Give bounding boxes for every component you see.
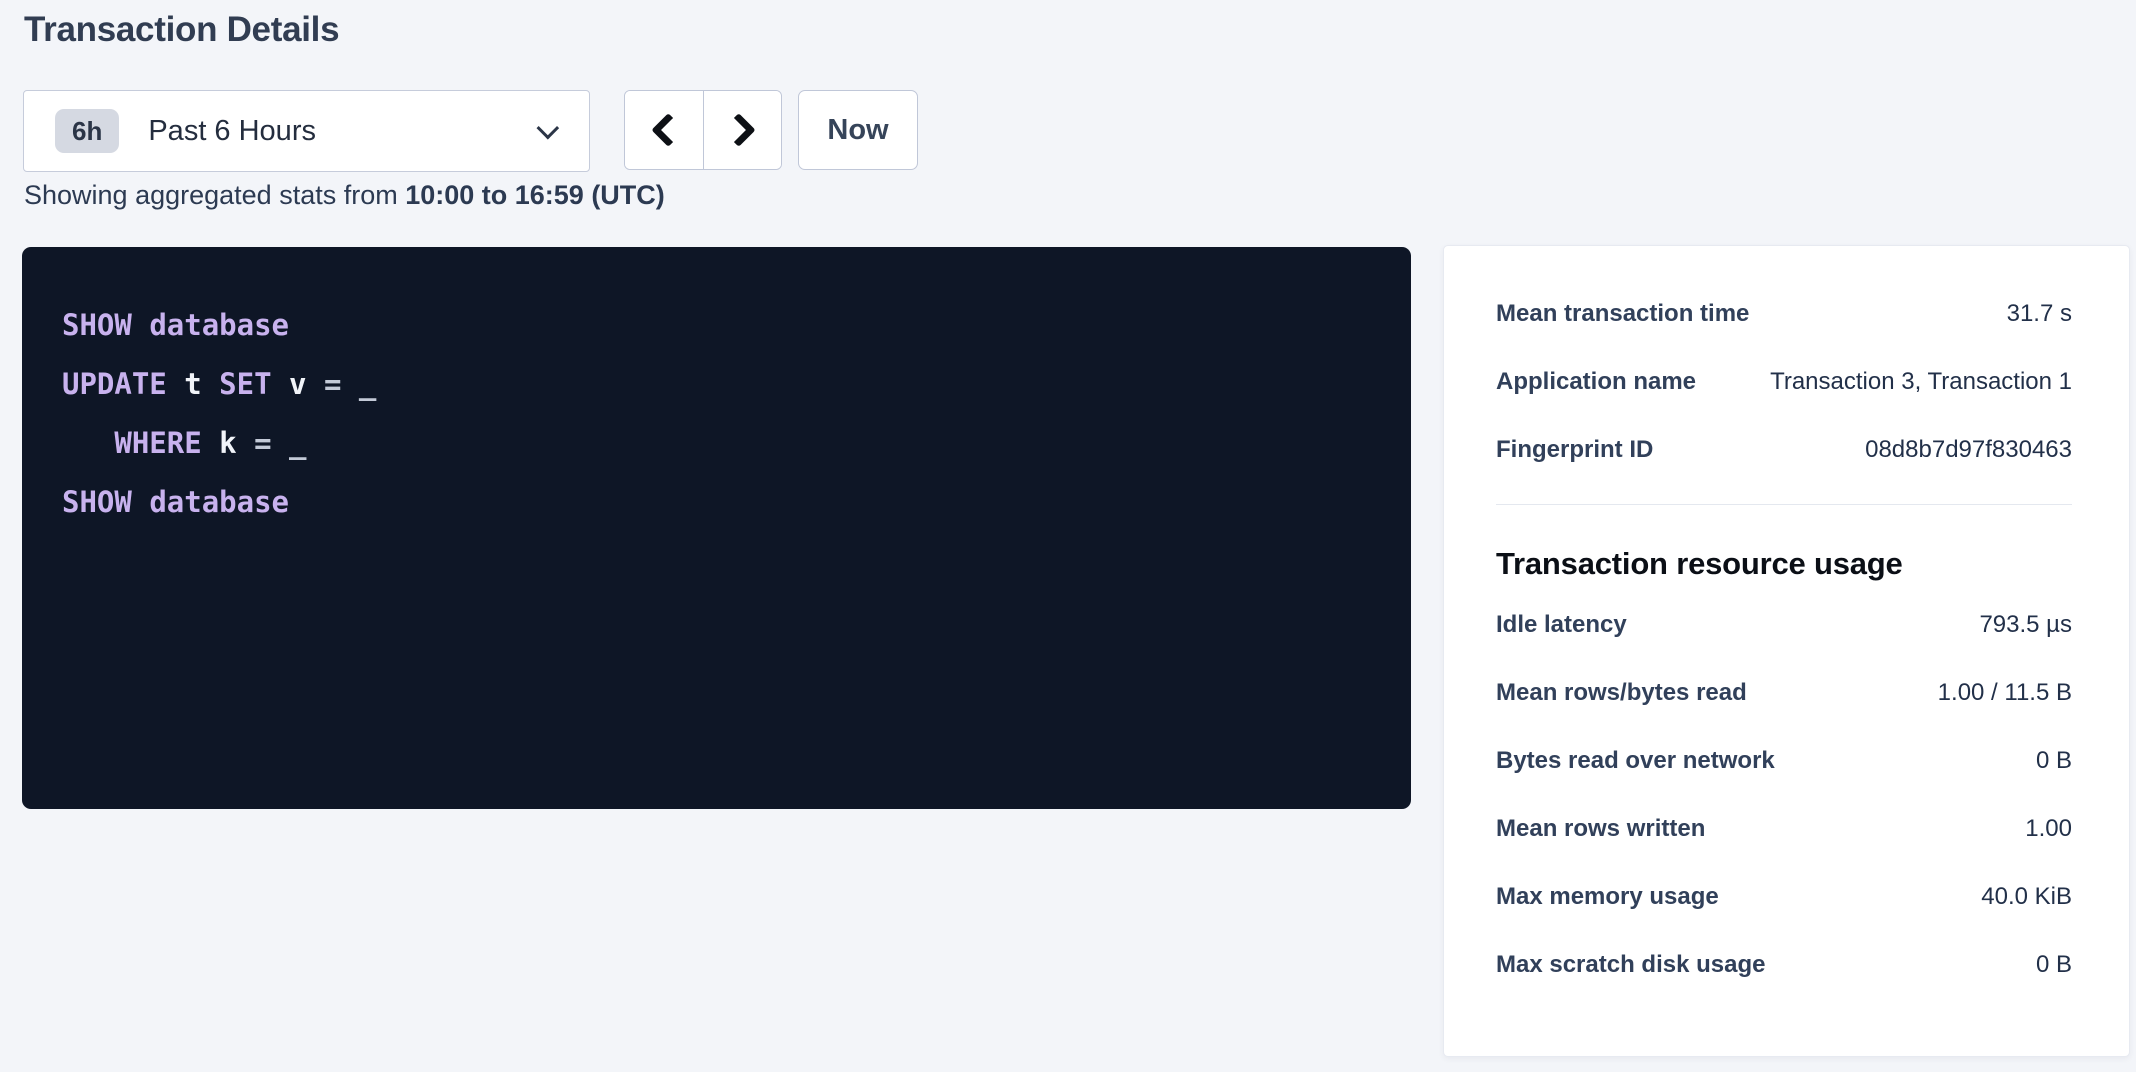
aggregated-stats-caption: Showing aggregated stats from 10:00 to 1… bbox=[24, 180, 665, 211]
stat-label: Fingerprint ID bbox=[1496, 436, 1653, 464]
stat-row: Max memory usage 40.0 KiB bbox=[1496, 883, 2072, 919]
sql-code: SHOW databaseUPDATE t SET v = _ WHERE k … bbox=[62, 296, 1371, 532]
aggregated-stats-caption-prefix: Showing aggregated stats from bbox=[24, 180, 405, 210]
time-range-dropdown[interactable]: 6h Past 6 Hours bbox=[23, 90, 590, 172]
stat-row: Bytes read over network 0 B bbox=[1496, 747, 2072, 783]
stat-row: Mean rows/bytes read 1.00 / 11.5 B bbox=[1496, 679, 2072, 715]
stat-row: Application name Transaction 3, Transact… bbox=[1496, 368, 2072, 404]
stat-label: Bytes read over network bbox=[1496, 747, 1775, 775]
stat-row: Mean rows written 1.00 bbox=[1496, 815, 2072, 851]
card-divider bbox=[1496, 504, 2072, 505]
stat-row: Mean transaction time 31.7 s bbox=[1496, 300, 2072, 336]
stat-label: Mean transaction time bbox=[1496, 300, 1749, 328]
stat-value: 793.5 µs bbox=[1979, 611, 2072, 639]
stat-label: Max memory usage bbox=[1496, 883, 1719, 911]
transaction-summary-card: Mean transaction time 31.7 s Application… bbox=[1443, 245, 2130, 1057]
stat-label: Mean rows/bytes read bbox=[1496, 679, 1747, 707]
stat-row: Max scratch disk usage 0 B bbox=[1496, 951, 2072, 987]
chevron-left-icon bbox=[651, 113, 685, 147]
time-range-badge: 6h bbox=[55, 109, 119, 153]
stat-value: 31.7 s bbox=[2007, 300, 2072, 328]
chevron-down-icon bbox=[537, 117, 560, 140]
stat-value: Transaction 3, Transaction 1 bbox=[1770, 368, 2072, 396]
previous-time-window-button[interactable] bbox=[625, 91, 703, 169]
time-window-nav bbox=[624, 90, 782, 170]
now-button[interactable]: Now bbox=[798, 90, 918, 170]
stat-value: 1.00 / 11.5 B bbox=[1938, 679, 2072, 707]
stat-label: Application name bbox=[1496, 368, 1696, 396]
stat-value: 08d8b7d97f830463 bbox=[1865, 436, 2072, 464]
stat-value: 40.0 KiB bbox=[1981, 883, 2072, 911]
stat-value: 1.00 bbox=[2025, 815, 2072, 843]
code-line: SHOW database bbox=[62, 296, 1371, 355]
time-range-selected-label: Past 6 Hours bbox=[148, 115, 316, 148]
code-line: SHOW database bbox=[62, 473, 1371, 532]
stat-label: Idle latency bbox=[1496, 611, 1627, 639]
stat-value: 0 B bbox=[2036, 747, 2072, 775]
aggregated-stats-range: 10:00 to 16:59 (UTC) bbox=[405, 180, 665, 210]
stat-row: Fingerprint ID 08d8b7d97f830463 bbox=[1496, 436, 2072, 472]
page-title: Transaction Details bbox=[24, 10, 339, 50]
code-line: UPDATE t SET v = _ bbox=[62, 355, 1371, 414]
code-line: WHERE k = _ bbox=[62, 414, 1371, 473]
chevron-right-icon bbox=[721, 113, 755, 147]
next-time-window-button[interactable] bbox=[703, 91, 781, 169]
stat-value: 0 B bbox=[2036, 951, 2072, 979]
stat-label: Max scratch disk usage bbox=[1496, 951, 1765, 979]
stat-label: Mean rows written bbox=[1496, 815, 1705, 843]
sql-statement-box: SHOW databaseUPDATE t SET v = _ WHERE k … bbox=[22, 247, 1411, 809]
stat-row: Idle latency 793.5 µs bbox=[1496, 611, 2072, 647]
resource-usage-heading: Transaction resource usage bbox=[1496, 543, 2072, 585]
